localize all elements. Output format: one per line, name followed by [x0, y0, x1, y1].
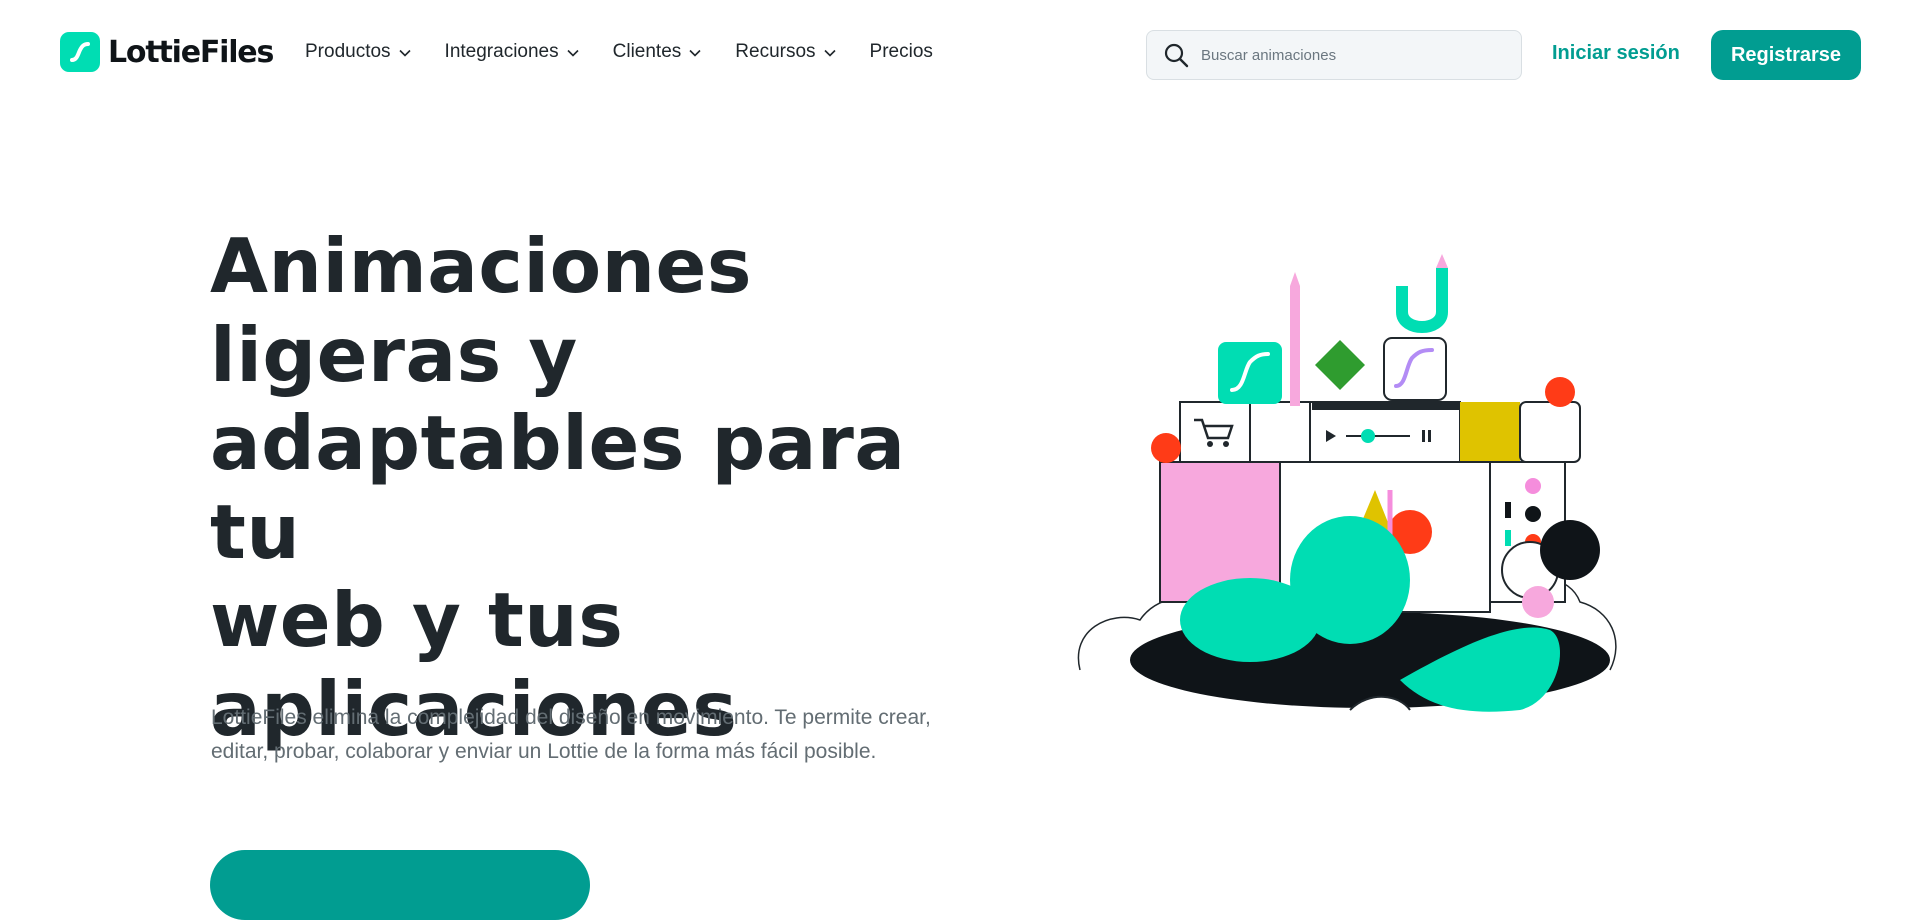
- chevron-down-icon: [567, 49, 579, 57]
- hero-title-line: Animaciones: [210, 222, 752, 310]
- main-nav: Productos Integraciones Clientes Recurso…: [305, 41, 967, 63]
- logo-text: LottieFiles: [108, 34, 274, 70]
- nav-item-label: Clientes: [612, 41, 682, 62]
- nav-item-label: Productos: [305, 41, 391, 62]
- hero-title-line: web y tus: [210, 576, 624, 664]
- hero-title-line: ligeras y: [210, 310, 578, 399]
- logo[interactable]: LottieFiles: [60, 32, 274, 72]
- nav-item-clientes[interactable]: Clientes: [613, 41, 702, 63]
- search-icon: [1164, 43, 1189, 68]
- hero-title-line: adaptables para tu: [210, 399, 906, 576]
- nav-item-label: Integraciones: [444, 41, 559, 62]
- hero-title: Animaciones ligeras y adaptables para tu…: [210, 222, 1010, 753]
- search-bar[interactable]: [1146, 30, 1522, 80]
- chevron-down-icon: [398, 49, 411, 57]
- nav-item-integraciones[interactable]: Integraciones: [445, 41, 579, 63]
- nav-item-label: Recursos: [735, 41, 816, 62]
- signup-button[interactable]: Registrarse: [1711, 30, 1861, 80]
- chevron-down-icon: [689, 49, 701, 57]
- lottie-logo-icon: [60, 32, 100, 72]
- nav-item-recursos[interactable]: Recursos: [735, 41, 836, 63]
- nav-item-productos[interactable]: Productos: [305, 41, 411, 63]
- hero-description: LottieFiles elimina la complejidad del d…: [211, 706, 931, 763]
- hero-cta-button[interactable]: [210, 850, 590, 920]
- search-input[interactable]: [1199, 45, 1503, 65]
- nav-item-precios[interactable]: Precios: [870, 41, 933, 63]
- site-header: LottieFiles Productos Integraciones Clie…: [0, 0, 1920, 110]
- login-link[interactable]: Iniciar sesión: [1552, 42, 1680, 65]
- chevron-down-icon: [823, 49, 836, 57]
- nav-item-label: Precios: [869, 41, 933, 62]
- hero-illustration: [1077, 254, 1617, 712]
